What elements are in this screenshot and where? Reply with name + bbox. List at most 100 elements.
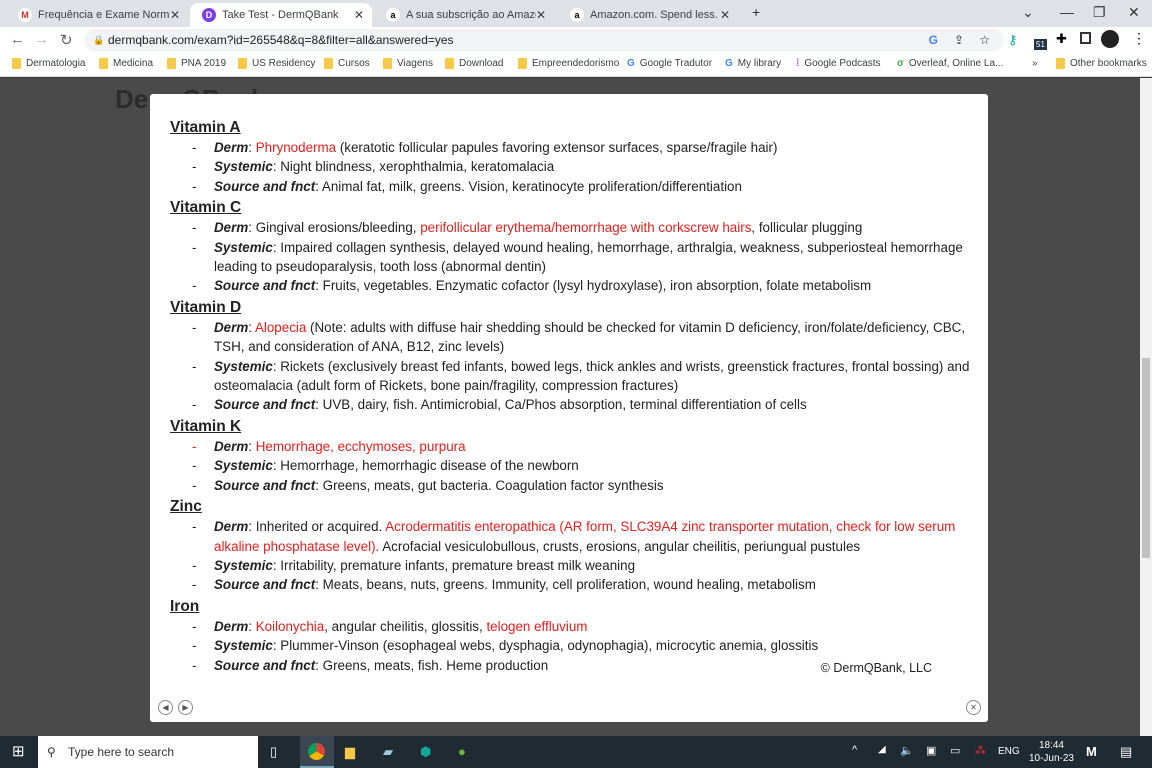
language-indicator[interactable]: ENG xyxy=(998,746,1020,757)
item-label: Source and fnct xyxy=(214,178,316,194)
bookmark[interactable]: σ Overleaf, Online La... xyxy=(897,58,1003,69)
restore-button[interactable]: ❐ xyxy=(1093,4,1106,21)
notifications-icon[interactable]: ▤ xyxy=(1120,744,1132,760)
side-panel-icon[interactable] xyxy=(1080,32,1091,44)
antivirus-icon[interactable]: ⁂ xyxy=(975,744,986,757)
bookmark[interactable]: PNA 2019 xyxy=(167,58,226,69)
folder-icon xyxy=(518,58,527,69)
scrollbar-thumb[interactable] xyxy=(1142,358,1150,558)
key-extension-icon[interactable]: ⚷ xyxy=(1008,32,1018,48)
reload-icon[interactable]: ↻ xyxy=(60,31,73,49)
windows-start-icon[interactable]: ⊞ xyxy=(12,742,25,760)
battery-icon[interactable]: ▭ xyxy=(950,744,960,757)
profile-avatar[interactable] xyxy=(1101,30,1119,48)
list-item: - Source and fnct: Animal fat, milk, gree… xyxy=(170,177,970,196)
bookmark[interactable]: Medicina xyxy=(99,58,153,69)
volume-icon[interactable]: 🔈 xyxy=(900,744,914,757)
item-label: Derm xyxy=(214,140,249,155)
item-label: Derm xyxy=(214,519,249,535)
bookmark-label: My library xyxy=(737,58,782,69)
meet-icon[interactable]: ▣ xyxy=(926,744,936,757)
close-modal-button[interactable]: ✕ xyxy=(966,700,981,715)
dermqbank-icon: D xyxy=(202,8,216,22)
bookmark[interactable]: Viagens xyxy=(383,58,433,69)
other-bookmarks[interactable]: Other bookmarks xyxy=(1056,58,1147,69)
file-explorer-icon[interactable]: ▆ xyxy=(345,744,355,760)
task-view-icon[interactable]: ▯ xyxy=(270,744,277,760)
list-item: - Derm: Alopecia (Note: adults with diffu… xyxy=(192,319,966,355)
bookmark[interactable]: Cursos xyxy=(324,58,370,69)
tab[interactable]: M Frequência e Exame Normal Anat✕ xyxy=(6,3,188,27)
taskbar-search-input[interactable]: ⚲ Type here to search xyxy=(38,736,258,768)
app-tray-icon[interactable]: M xyxy=(1086,744,1097,759)
bookmark-label: Medicina xyxy=(113,58,154,69)
folder-icon xyxy=(99,58,108,69)
page-scrollbar[interactable] xyxy=(1140,78,1152,736)
next-button[interactable]: ▶ xyxy=(178,700,193,715)
vpn-icon[interactable]: ⬢ xyxy=(420,744,431,760)
gmail-icon: M xyxy=(18,8,32,22)
close-window-button[interactable]: ✕ xyxy=(1128,4,1140,21)
google-icon[interactable]: G xyxy=(929,29,938,51)
tab-label: Take Test - DermQBank xyxy=(222,9,339,21)
chrome-taskbar-icon[interactable] xyxy=(300,736,334,768)
bullet-dash: - xyxy=(192,159,197,175)
item-label: Source and fnct xyxy=(214,278,316,294)
item-text: Night blindness, xerophthalmia, keratoma… xyxy=(280,159,555,175)
bookmark[interactable]: Empreendedorismo xyxy=(518,58,619,69)
bookmark[interactable]: G My library xyxy=(725,58,781,69)
item-text: (keratotic follicular papules favoring e… xyxy=(336,140,778,155)
forward-icon[interactable]: → xyxy=(34,31,49,48)
app-icon[interactable]: ▰ xyxy=(383,744,393,760)
other-bookmarks-label: Other bookmarks xyxy=(1070,58,1147,69)
previous-button[interactable]: ◀ xyxy=(158,700,173,715)
list-item: - Source and fnct: UVB, dairy, fish. Anti… xyxy=(170,395,970,414)
bullet-dash: - xyxy=(192,358,197,374)
copyright: © DermQBank, LLC xyxy=(820,661,932,675)
item-label: Derm xyxy=(214,438,249,454)
tab[interactable]: a A sua subscrição ao Amazon Prim✕ xyxy=(374,3,554,27)
close-tab-icon[interactable]: ✕ xyxy=(720,8,730,22)
lock-icon: 🔒 xyxy=(93,35,105,45)
search-icon: ⚲ xyxy=(47,745,56,759)
highlighted-text: Koilonychia xyxy=(255,618,325,634)
bullet-dash: - xyxy=(192,638,197,654)
item-text: Animal fat, milk, greens. Vision, kerati… xyxy=(321,178,742,194)
new-tab-button[interactable]: + xyxy=(752,4,760,20)
minimize-button[interactable]: — xyxy=(1060,4,1074,20)
close-tab-icon[interactable]: ✕ xyxy=(170,8,180,22)
extensions-icon[interactable]: ✚ xyxy=(1056,31,1067,47)
folder-icon xyxy=(324,58,333,69)
share-icon[interactable]: ⇪ xyxy=(954,29,964,51)
back-icon[interactable]: ← xyxy=(10,31,25,48)
tab-search-icon[interactable]: ⌄ xyxy=(1022,4,1034,21)
network-icon[interactable]: ◢ xyxy=(878,744,886,755)
bookmark[interactable]: Dermatologia xyxy=(12,58,85,69)
show-hidden-icons[interactable]: ^ xyxy=(852,744,857,756)
bookmark[interactable]: G Google Tradutor xyxy=(627,58,712,69)
item-text: , follicular plugging xyxy=(751,220,863,236)
bullet-dash: - xyxy=(192,438,197,454)
close-tab-icon[interactable]: ✕ xyxy=(354,8,364,22)
bookmark[interactable]: Download xyxy=(445,58,503,69)
utorrent-icon[interactable]: ● xyxy=(458,744,466,759)
list-item: - Source and fnct: Fruits, vegetables. En… xyxy=(170,276,970,295)
bookmark-star-icon[interactable]: ☆ xyxy=(979,29,990,51)
more-bookmarks-icon[interactable]: » xyxy=(1032,58,1038,69)
tab[interactable]: a Amazon.com. Spend less. Smile m✕ xyxy=(558,3,738,27)
close-tab-icon[interactable]: ✕ xyxy=(536,8,546,22)
bookmark[interactable]: US Residency xyxy=(238,58,315,69)
tab[interactable]: D Take Test - DermQBank ✕ xyxy=(190,3,372,27)
clock[interactable]: 18:44 10-Jun-23 xyxy=(1029,739,1074,765)
highlighted-text: Hemorrhage, ecchymoses, purpura xyxy=(255,438,466,454)
bookmark[interactable]: ⁞ Google Podcasts xyxy=(796,58,881,69)
url-input[interactable]: 🔒 dermqbank.com/exam?id=265548&q=8&filter… xyxy=(84,29,1004,51)
bullet-dash: - xyxy=(192,477,197,493)
list-item: - Systemic: Impaired collagen synthesis, … xyxy=(192,239,963,275)
highlighted-text: Phrynoderma xyxy=(255,140,337,155)
tab-label: A sua subscrição ao Amazon Prim xyxy=(406,9,536,21)
extension-badge[interactable]: 51 xyxy=(1034,39,1047,50)
list-item: - Derm: Phrynoderma (keratotic follicular… xyxy=(170,138,970,157)
bookmark-label: Google Tradutor xyxy=(639,58,713,69)
menu-icon[interactable]: ⋮ xyxy=(1132,30,1146,47)
